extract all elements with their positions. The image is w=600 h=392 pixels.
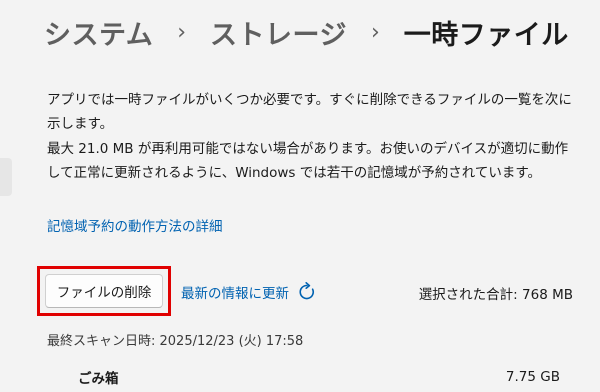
refresh-link[interactable]: 最新の情報に更新 xyxy=(181,279,317,305)
selected-total: 選択された合計: 768 MB xyxy=(418,287,573,303)
refresh-icon xyxy=(297,282,317,302)
breadcrumb: システム › ストレージ › 一時ファイル xyxy=(44,6,569,58)
refresh-link-label: 最新の情報に更新 xyxy=(181,286,289,302)
breadcrumb-item-system[interactable]: システム xyxy=(44,13,153,52)
storage-reserve-learn-more-link[interactable]: 記憶域予約の動作方法の詳細 xyxy=(47,215,223,235)
description-text: アプリでは一時ファイルがいくつか必要です。すぐに削除できるファイルの一覧を次に示… xyxy=(47,92,572,132)
delete-files-button[interactable]: ファイルの削除 xyxy=(45,274,163,308)
nav-pane-edge xyxy=(0,158,12,196)
breadcrumb-item-storage[interactable]: ストレージ xyxy=(210,13,347,52)
item-size: 7.75 GB xyxy=(505,369,560,385)
reserved-storage-notice: 最大 21.0 MB が再利用可能ではない場合があります。お使いのデバイスが適切… xyxy=(47,141,569,181)
chevron-right-icon: › xyxy=(177,19,187,45)
list-item[interactable]: ごみ箱 7.75 GB xyxy=(40,362,570,392)
chevron-right-icon: › xyxy=(370,19,380,45)
item-name: ごみ箱 xyxy=(78,371,119,387)
page-title: 一時ファイル xyxy=(403,19,569,51)
last-scan-time: 最終スキャン日時: 2025/12/23 (火) 17:58 xyxy=(47,334,304,349)
